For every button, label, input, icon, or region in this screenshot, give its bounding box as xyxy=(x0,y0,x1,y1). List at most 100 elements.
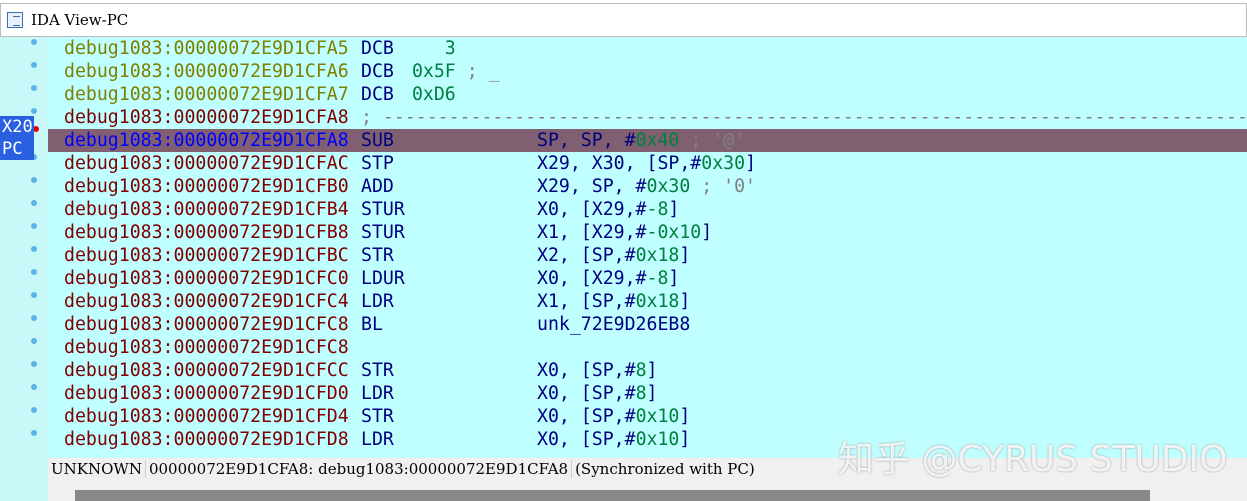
line-address: debug1083:00000072E9D1CFA6 xyxy=(64,61,349,82)
line-mnemonic: STUR xyxy=(361,222,405,243)
breakpoint-dot-icon[interactable] xyxy=(31,361,37,367)
listing-line[interactable]: debug1083:00000072E9D1CFD0 LDR X0, [SP,#8] xyxy=(48,382,1247,405)
line-mnemonic: LDR xyxy=(361,291,394,312)
listing-line[interactable]: debug1083:00000072E9D1CFBC STR X2, [SP,#0x… xyxy=(48,244,1247,267)
listing-line[interactable]: debug1083:00000072E9D1CFC0 LDUR X0, [X29,#… xyxy=(48,267,1247,290)
breakpoint-dot-icon[interactable] xyxy=(31,430,37,436)
line-operands: X29, X30, [SP,#0x30] xyxy=(537,152,756,175)
listing-line[interactable]: debug1083:00000072E9D1CFB4 STUR X0, [X29,#… xyxy=(48,198,1247,221)
operand-part: 8 xyxy=(635,360,647,381)
operand-part: -8 xyxy=(646,199,669,220)
breakpoint-dot-icon[interactable] xyxy=(31,39,37,45)
operand-part: ] xyxy=(701,222,713,243)
listing-line[interactable]: debug1083:00000072E9D1CFCC STR X0, [SP,#8] xyxy=(48,359,1247,382)
line-mnemonic: LDUR xyxy=(361,268,405,289)
listing-line[interactable]: debug1083:00000072E9D1CFA5 DCB 3 xyxy=(48,37,1247,60)
line-address: debug1083:00000072E9D1CFCC xyxy=(64,360,349,381)
listing-line[interactable]: debug1083:00000072E9D1CFAC STP X29, X30, [… xyxy=(48,152,1247,175)
line-operands: X2, [SP,#0x18] xyxy=(537,244,690,267)
line-mnemonic: SUB xyxy=(361,130,394,151)
operand-part: ; '0' xyxy=(690,176,757,197)
operand-part: 0x18 xyxy=(635,245,680,266)
line-mnemonic: STR xyxy=(361,406,394,427)
operand-part: ; _ xyxy=(455,61,500,82)
listing-line[interactable]: debug1083:00000072E9D1CFA8 ; ------------… xyxy=(48,106,1247,129)
line-address: debug1083:00000072E9D1CFA5 xyxy=(64,38,349,59)
line-operands: X0, [SP,#8] xyxy=(537,359,657,382)
breakpoint-dot-icon[interactable] xyxy=(31,246,37,252)
line-address: debug1083:00000072E9D1CFA7 xyxy=(64,84,349,105)
disassembly-icon xyxy=(7,12,23,28)
operand-part: 0x5F xyxy=(401,61,456,82)
line-address: debug1083:00000072E9D1CFC8 xyxy=(64,314,349,335)
line-mnemonic: ADD xyxy=(361,176,394,197)
line-mnemonic: DCB xyxy=(361,38,394,59)
breakpoint-dot-icon[interactable] xyxy=(31,384,37,390)
breakpoint-dot-icon[interactable] xyxy=(31,315,37,321)
line-operands: SP, SP, #0x40 ; '@' xyxy=(537,129,745,152)
breakpoint-dot-icon[interactable] xyxy=(31,177,37,183)
line-address: debug1083:00000072E9D1CFB8 xyxy=(64,222,349,243)
line-operands: X0, [SP,#8] xyxy=(537,382,657,405)
operand-part: 8 xyxy=(635,383,647,404)
listing-line[interactable]: debug1083:00000072E9D1CFC8 BL unk_72E9D26E… xyxy=(48,313,1247,336)
line-address: debug1083:00000072E9D1CFC8 xyxy=(64,337,349,358)
operand-part: ] xyxy=(745,153,757,174)
operand-part: X0, [SP,# xyxy=(537,383,636,404)
status-location: 00000072E9D1CFA8: debug1083:00000072E9D1… xyxy=(145,460,573,478)
disassembly-listing[interactable]: debug1083:00000072E9D1CFA5 DCB 3 debug1083… xyxy=(48,37,1247,458)
horizontal-scrollbar[interactable] xyxy=(48,480,1247,501)
line-address: debug1083:00000072E9D1CFB4 xyxy=(64,199,349,220)
line-operands: X0, [SP,#0x10] xyxy=(537,428,690,451)
breakpoint-dot-icon[interactable] xyxy=(31,269,37,275)
operand-part: 3 xyxy=(401,38,456,59)
operand-part: 0x40 xyxy=(635,130,680,151)
line-address: debug1083:00000072E9D1CFD4 xyxy=(64,406,349,427)
line-mnemonic: STP xyxy=(361,153,394,174)
breakpoint-dot-icon[interactable] xyxy=(31,200,37,206)
scrollbar-thumb[interactable] xyxy=(75,490,1150,501)
line-mnemonic: ; --------------------------------------… xyxy=(361,107,1247,128)
operand-part: 0x30 xyxy=(646,176,691,197)
listing-line[interactable]: debug1083:00000072E9D1CFB0 ADD X29, SP, #0… xyxy=(48,175,1247,198)
operand-part: 0x30 xyxy=(701,153,746,174)
listing-line[interactable]: debug1083:00000072E9D1CFA6 DCB 0x5F ; _ xyxy=(48,60,1247,83)
line-address: debug1083:00000072E9D1CFBC xyxy=(64,245,349,266)
operand-part: ] xyxy=(679,429,691,450)
line-address: debug1083:00000072E9D1CFA8 xyxy=(64,130,349,151)
window-title: IDA View-PC xyxy=(31,11,129,29)
line-operands: 3 xyxy=(401,37,456,60)
watermark: 知乎 @CYRUS STUDIO xyxy=(838,439,1228,480)
operand-part: X29, X30, [SP,# xyxy=(537,153,702,174)
line-mnemonic: DCB xyxy=(361,84,394,105)
listing-line[interactable]: debug1083:00000072E9D1CFC4 LDR X1, [SP,#0x… xyxy=(48,290,1247,313)
breakpoint-dot-icon[interactable] xyxy=(31,407,37,413)
window-title-bar: IDA View-PC xyxy=(0,3,1247,37)
line-address: debug1083:00000072E9D1CFAC xyxy=(64,153,349,174)
breakpoint-dot-icon[interactable] xyxy=(31,108,37,114)
line-address: debug1083:00000072E9D1CFC4 xyxy=(64,291,349,312)
listing-line[interactable]: debug1083:00000072E9D1CFD4 STR X0, [SP,#0x… xyxy=(48,405,1247,428)
breakpoint-dot-icon[interactable] xyxy=(31,292,37,298)
operand-part: ] xyxy=(668,268,680,289)
listing-line[interactable]: debug1083:00000072E9D1CFC8 xyxy=(48,336,1247,359)
breakpoint-dot-icon[interactable] xyxy=(31,62,37,68)
operand-part: X0, [SP,# xyxy=(537,406,636,427)
line-mnemonic: LDR xyxy=(361,383,394,404)
line-address: debug1083:00000072E9D1CFA8 xyxy=(64,107,349,128)
listing-line[interactable]: debug1083:00000072E9D1CFA8 SUB SP, SP, #0x… xyxy=(48,129,1247,152)
breakpoint-dot-icon[interactable] xyxy=(31,338,37,344)
operand-part: SP, SP, # xyxy=(537,130,636,151)
operand-part: 0x10 xyxy=(635,429,680,450)
line-operands: 0xD6 xyxy=(401,83,456,106)
operand-part: ] xyxy=(679,245,691,266)
breakpoint-dot-icon[interactable] xyxy=(31,223,37,229)
line-operands: X29, SP, #0x30 ; '0' xyxy=(537,175,756,198)
listing-line[interactable]: debug1083:00000072E9D1CFB8 STUR X1, [X29,#… xyxy=(48,221,1247,244)
operand-part: -8 xyxy=(646,268,669,289)
line-address: debug1083:00000072E9D1CFD0 xyxy=(64,383,349,404)
operand-part: ] xyxy=(646,383,658,404)
operand-part: 0x18 xyxy=(635,291,680,312)
breakpoint-dot-icon[interactable] xyxy=(31,85,37,91)
listing-line[interactable]: debug1083:00000072E9D1CFA7 DCB 0xD6 xyxy=(48,83,1247,106)
